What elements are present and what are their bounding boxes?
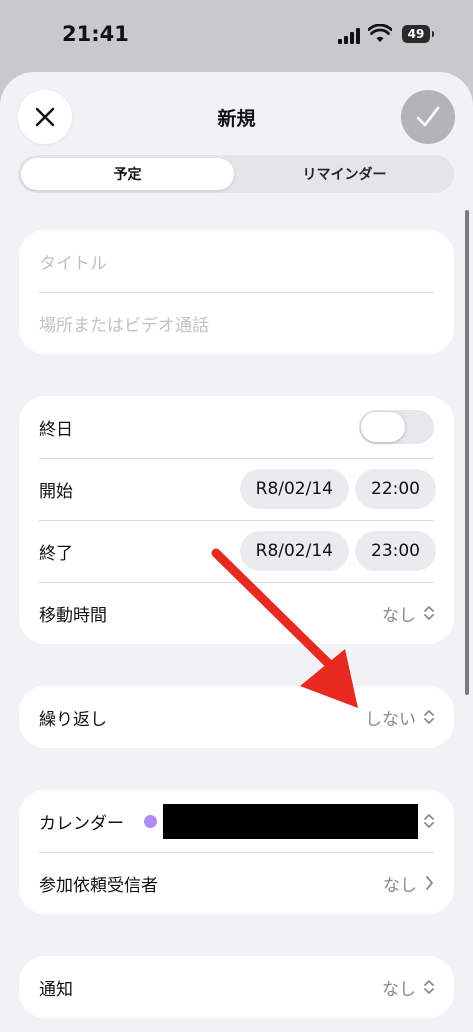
chevron-up-down-icon xyxy=(424,710,434,724)
chevron-up-down-icon xyxy=(424,606,434,620)
calendar-card: カレンダー 参加依頼受信者 なし xyxy=(19,790,454,914)
end-date-button[interactable]: R8/02/14 xyxy=(239,531,349,571)
event-type-segmented-control: 予定 リマインダー xyxy=(18,155,454,193)
repeat-value[interactable]: しない xyxy=(365,705,434,730)
chevron-up-down-icon xyxy=(424,814,434,828)
calendar-color-dot xyxy=(144,814,157,828)
battery-icon: 49 xyxy=(402,25,434,43)
invitees-text: なし xyxy=(383,875,417,896)
calendar-label: カレンダー xyxy=(39,813,124,834)
done-button[interactable] xyxy=(401,90,455,144)
all-day-row: 終日 xyxy=(39,396,434,459)
title-input[interactable]: タイトル xyxy=(39,249,107,274)
calendar-value[interactable] xyxy=(144,803,434,839)
repeat-text: しない xyxy=(365,709,416,730)
tab-reminder[interactable]: リマインダー xyxy=(238,158,451,190)
location-input[interactable]: 場所またはビデオ通話 xyxy=(39,311,209,336)
status-time: 21:41 xyxy=(62,22,129,46)
repeat-label: 繰り返し xyxy=(39,709,107,730)
redacted-calendar-name xyxy=(163,803,418,839)
start-row: 開始 R8/02/14 22:00 xyxy=(39,458,436,521)
start-date-button[interactable]: R8/02/14 xyxy=(239,469,349,509)
alert-card: 通知 なし xyxy=(19,956,454,1018)
start-time-button[interactable]: 22:00 xyxy=(355,469,436,509)
alert-value[interactable]: なし xyxy=(382,975,434,1000)
wifi-icon xyxy=(368,24,392,42)
scrollbar[interactable] xyxy=(465,210,469,695)
title-location-card: タイトル 場所またはビデオ通話 xyxy=(19,230,454,354)
invitees-row[interactable]: 参加依頼受信者 なし xyxy=(39,852,434,914)
toggle-knob xyxy=(361,412,405,442)
checkmark-icon xyxy=(416,106,440,127)
end-time-button[interactable]: 23:00 xyxy=(355,531,436,571)
title-row[interactable]: タイトル xyxy=(39,230,434,293)
cellular-signal-icon xyxy=(338,28,360,44)
alert-row[interactable]: 通知 なし xyxy=(39,956,434,1018)
date-time-card: 終日 開始 R8/02/14 22:00 終了 R8/02/14 23:00 移… xyxy=(19,396,454,644)
alert-text: なし xyxy=(382,979,416,1000)
end-label: 終了 xyxy=(39,543,73,564)
travel-time-row[interactable]: 移動時間 なし xyxy=(39,582,434,644)
all-day-label: 終日 xyxy=(39,419,73,440)
chevron-right-icon xyxy=(426,876,433,890)
travel-time-text: なし xyxy=(382,605,416,626)
alert-label: 通知 xyxy=(39,979,73,1000)
new-event-sheet: 新規 予定 リマインダー タイトル 場所またはビデオ通話 終日 開始 R8/02… xyxy=(0,72,473,1032)
repeat-row[interactable]: 繰り返し しない xyxy=(39,686,434,748)
calendar-row[interactable]: カレンダー xyxy=(39,790,434,853)
invitees-value[interactable]: なし xyxy=(383,871,434,896)
status-bar: 21:41 49 xyxy=(0,0,473,70)
all-day-toggle[interactable] xyxy=(359,410,434,444)
repeat-card: 繰り返し しない xyxy=(19,686,454,748)
tab-event[interactable]: 予定 xyxy=(21,158,234,190)
chevron-up-down-icon xyxy=(424,980,434,994)
start-label: 開始 xyxy=(39,481,73,502)
travel-time-label: 移動時間 xyxy=(39,605,107,626)
invitees-label: 参加依頼受信者 xyxy=(39,875,158,896)
location-row[interactable]: 場所またはビデオ通話 xyxy=(39,292,434,354)
end-row: 終了 R8/02/14 23:00 xyxy=(39,520,436,583)
travel-time-value[interactable]: なし xyxy=(382,601,434,626)
